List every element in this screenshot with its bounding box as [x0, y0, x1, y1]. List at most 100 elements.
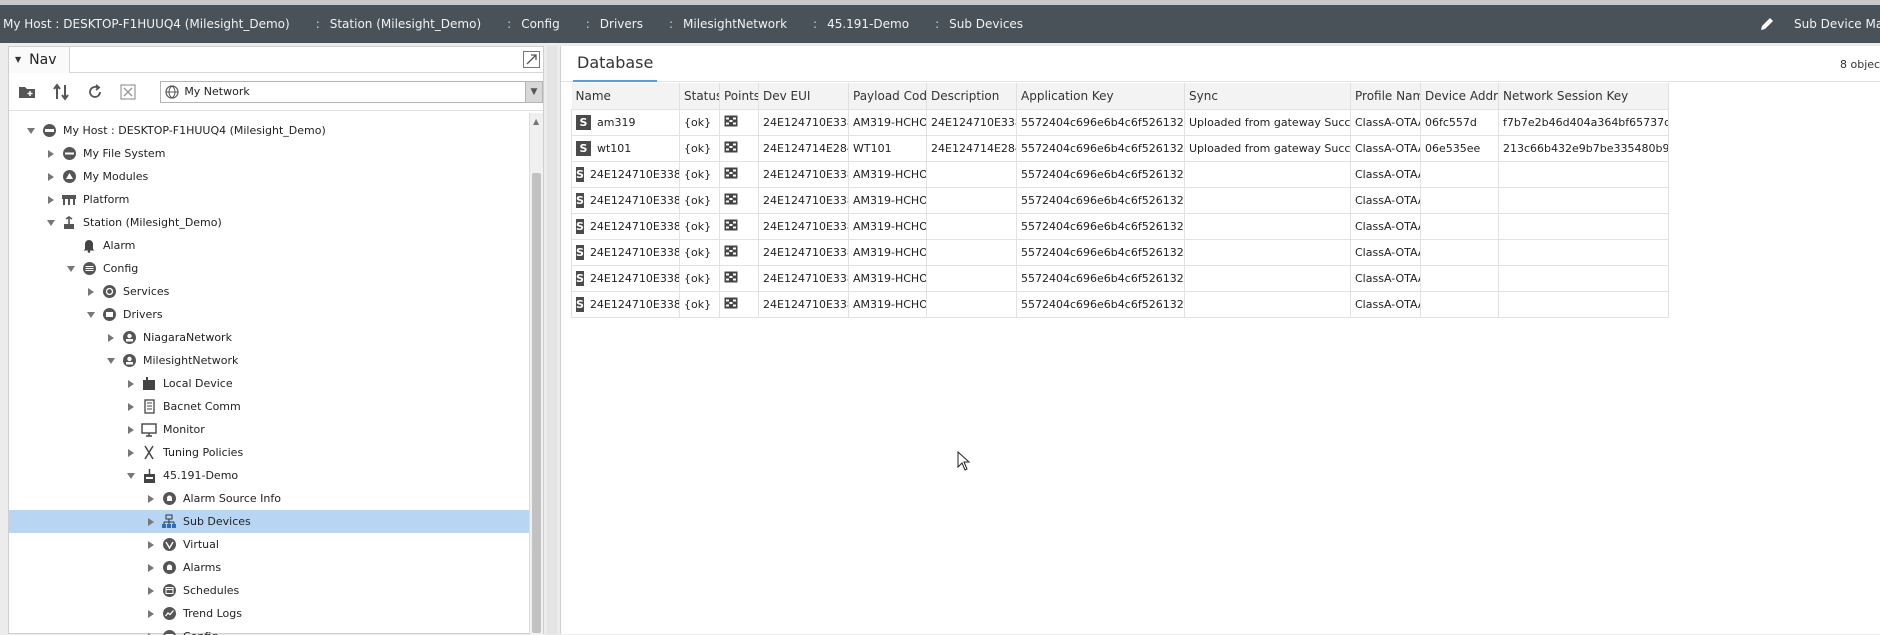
close-icon[interactable]	[118, 82, 138, 102]
sort-icon[interactable]	[51, 82, 71, 102]
breadcrumb-item[interactable]: My Host : DESKTOP-F1HUUQ4 (Milesight_Dem…	[3, 17, 290, 31]
table-cell	[1499, 265, 1669, 291]
collapsed-toggle-icon[interactable]	[125, 424, 137, 436]
table-row[interactable]: S24E124710E338707{ok}24E124710E338707AM3…	[572, 239, 1669, 265]
pencil-icon[interactable]	[1758, 15, 1776, 33]
collapsed-toggle-icon[interactable]	[145, 493, 157, 505]
column-header[interactable]: Profile Name	[1351, 83, 1421, 109]
refresh-icon[interactable]	[85, 82, 105, 102]
breadcrumb-item[interactable]: :Drivers	[560, 17, 643, 31]
collapsed-toggle-icon[interactable]	[125, 401, 137, 413]
table-cell	[1499, 291, 1669, 317]
table-row[interactable]: Swt101{ok}24E124714E284326WT10124E124714…	[572, 135, 1669, 161]
column-header[interactable]: Payload Codec	[849, 83, 927, 109]
scroll-up-icon[interactable]: ▲	[533, 117, 539, 126]
column-header[interactable]: Name	[572, 83, 680, 109]
expanded-toggle-icon[interactable]	[85, 309, 97, 321]
collapsed-toggle-icon[interactable]	[45, 171, 57, 183]
points-icon[interactable]	[724, 115, 738, 127]
table-row[interactable]: S24E124710E338708{ok}24E124710E338708AM3…	[572, 213, 1669, 239]
tree-node[interactable]: Station (Milesight_Demo)	[9, 211, 529, 234]
pane-splitter[interactable]	[547, 46, 557, 634]
tree-node[interactable]: My File System	[9, 142, 529, 165]
collapsed-toggle-icon[interactable]	[125, 447, 137, 459]
column-header[interactable]: Network Session Key	[1499, 83, 1669, 109]
object-count: 8 objects	[1840, 58, 1880, 71]
table-cell: 06fc557d	[1421, 109, 1499, 135]
tree-node-label: Virtual	[183, 538, 219, 551]
expanded-toggle-icon[interactable]	[65, 263, 77, 275]
breadcrumb-item[interactable]: :45.191-Demo	[787, 17, 909, 31]
chevron-down-icon[interactable]: ▼	[525, 82, 542, 102]
tree-node[interactable]: Bacnet Comm	[9, 395, 529, 418]
nav-tab[interactable]: ▼ Nav	[9, 47, 70, 73]
column-header[interactable]: Dev EUI	[759, 83, 849, 109]
collapsed-toggle-icon[interactable]	[85, 286, 97, 298]
table-row[interactable]: S24E124710E338706{ok}24E124710E338706AM3…	[572, 265, 1669, 291]
column-header[interactable]: Description	[927, 83, 1017, 109]
collapsed-toggle-icon[interactable]	[145, 608, 157, 620]
points-icon[interactable]	[724, 297, 738, 309]
tree-node[interactable]: Local Device	[9, 372, 529, 395]
tree-node[interactable]: Alarm Source Info	[9, 487, 529, 510]
maximize-icon[interactable]	[523, 51, 540, 68]
expanded-toggle-icon[interactable]	[105, 355, 117, 367]
network-select[interactable]: My Network ▼	[160, 81, 543, 103]
tree-node[interactable]: Sub Devices	[9, 510, 529, 533]
column-header[interactable]: Sync	[1185, 83, 1351, 109]
tree-node[interactable]: Platform	[9, 188, 529, 211]
points-icon[interactable]	[724, 167, 738, 179]
tree-node[interactable]: Schedules	[9, 579, 529, 602]
tree-node[interactable]: Drivers	[9, 303, 529, 326]
tree-node[interactable]: Monitor	[9, 418, 529, 441]
points-icon[interactable]	[724, 141, 738, 153]
collapsed-toggle-icon[interactable]	[145, 631, 157, 635]
tree-node[interactable]: Alarm	[9, 234, 529, 257]
collapsed-toggle-icon[interactable]	[145, 562, 157, 574]
table-row[interactable]: S24E124710E338709{ok}24E124710E338709AM3…	[572, 187, 1669, 213]
tree-node[interactable]: Tuning Policies	[9, 441, 529, 464]
tree-node[interactable]: Alarms	[9, 556, 529, 579]
caret-down-icon[interactable]: ▼	[15, 55, 21, 64]
points-icon[interactable]	[724, 271, 738, 283]
table-row[interactable]: S24E124710E338705{ok}24E124710E338705AM3…	[572, 291, 1669, 317]
tree-node[interactable]: Config	[9, 257, 529, 280]
column-header[interactable]: Status	[680, 83, 720, 109]
expanded-toggle-icon[interactable]	[125, 470, 137, 482]
nav-scrollbar[interactable]: ▲	[529, 113, 543, 635]
column-header[interactable]: Device Address	[1421, 83, 1499, 109]
tree-node[interactable]: Trend Logs	[9, 602, 529, 625]
sub-device-manager-view[interactable]: Sub Device Mana	[1758, 5, 1880, 43]
table-row[interactable]: Sam319{ok}24E124710E338704AM319-HCHO24E1…	[572, 109, 1669, 135]
points-icon[interactable]	[724, 193, 738, 205]
collapsed-toggle-icon[interactable]	[105, 332, 117, 344]
breadcrumb-item[interactable]: :Config	[481, 17, 560, 31]
tree-node[interactable]: NiagaraNetwork	[9, 326, 529, 349]
tree-node[interactable]: Services	[9, 280, 529, 303]
collapsed-toggle-icon[interactable]	[145, 539, 157, 551]
expanded-toggle-icon[interactable]	[45, 217, 57, 229]
column-header[interactable]: Application Key	[1017, 83, 1185, 109]
scrollbar-thumb[interactable]	[532, 173, 541, 633]
collapsed-toggle-icon[interactable]	[45, 148, 57, 160]
tree-node[interactable]: My Modules	[9, 165, 529, 188]
collapsed-toggle-icon[interactable]	[125, 378, 137, 390]
column-header[interactable]: Points	[720, 83, 759, 109]
points-icon[interactable]	[724, 245, 738, 257]
breadcrumb-item[interactable]: :Sub Devices	[909, 17, 1023, 31]
collapsed-toggle-icon[interactable]	[145, 516, 157, 528]
platform-icon	[61, 192, 77, 208]
tree-node[interactable]: Virtual	[9, 533, 529, 556]
tree-node[interactable]: 45.191-Demo	[9, 464, 529, 487]
tree-node[interactable]: My Host : DESKTOP-F1HUUQ4 (Milesight_Dem…	[9, 119, 529, 142]
breadcrumb-item[interactable]: :Station (Milesight_Demo)	[290, 17, 481, 31]
table-row[interactable]: S24E124710E338710{ok}24E124710E338710AM3…	[572, 161, 1669, 187]
tree-node[interactable]: MilesightNetwork	[9, 349, 529, 372]
points-icon[interactable]	[724, 219, 738, 231]
collapsed-toggle-icon[interactable]	[145, 585, 157, 597]
new-folder-icon[interactable]	[17, 82, 37, 102]
expanded-toggle-icon[interactable]	[25, 125, 37, 137]
tab-database[interactable]: Database	[573, 46, 657, 82]
collapsed-toggle-icon[interactable]	[45, 194, 57, 206]
breadcrumb-item[interactable]: :MilesightNetwork	[643, 17, 787, 31]
